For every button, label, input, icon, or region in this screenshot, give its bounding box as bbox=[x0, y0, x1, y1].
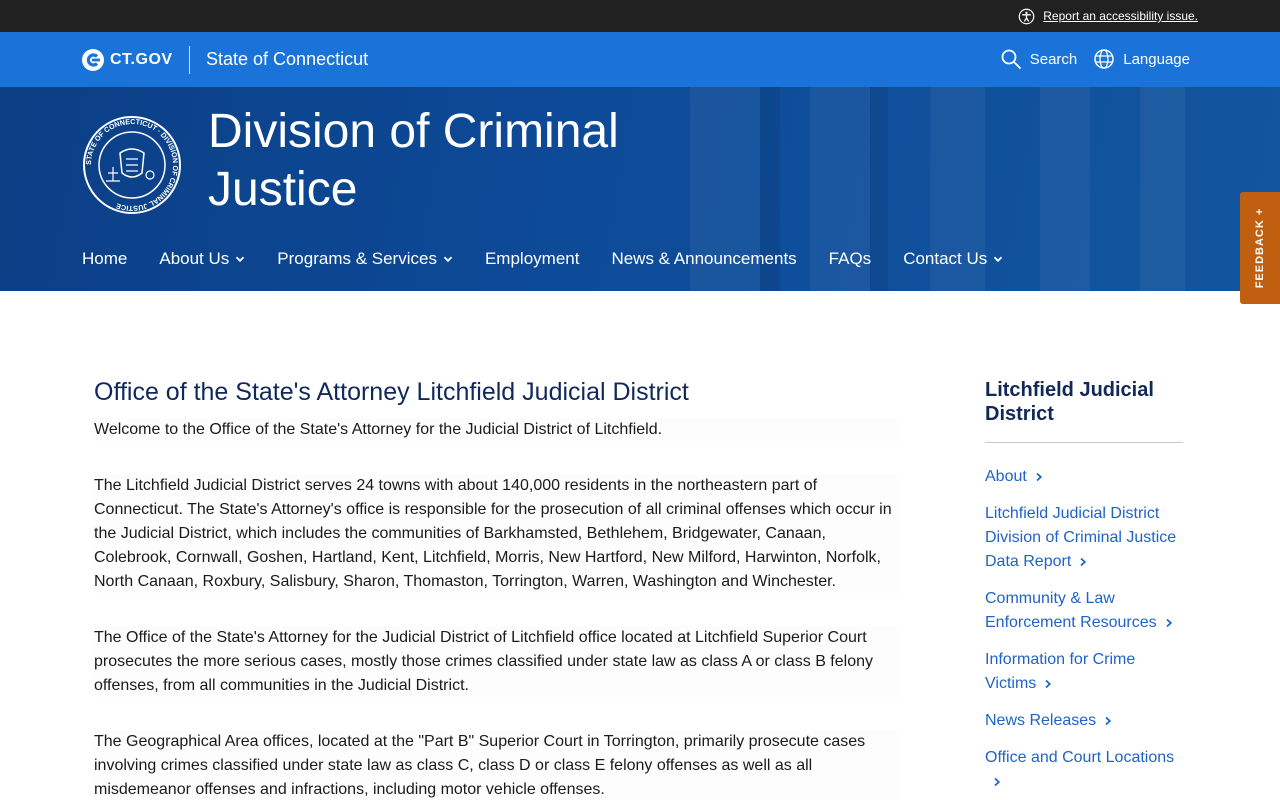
language-button[interactable]: Language bbox=[1093, 48, 1190, 70]
nav-item-contact-us[interactable]: Contact Us bbox=[903, 249, 1003, 269]
sidebar-link[interactable]: Litchfield Judicial District Division of… bbox=[985, 502, 1183, 574]
feedback-tab[interactable]: FEEDBACK + bbox=[1240, 192, 1280, 304]
nav-item-about-us[interactable]: About Us bbox=[159, 249, 245, 269]
feedback-label: FEEDBACK + bbox=[1254, 207, 1266, 289]
nav-item-label: News & Announcements bbox=[611, 249, 797, 268]
nav-item-label: Home bbox=[82, 249, 128, 268]
chevron-right-icon bbox=[1045, 679, 1052, 689]
state-name[interactable]: State of Connecticut bbox=[206, 49, 368, 70]
sidebar-links: About Litchfield Judicial District Divisi… bbox=[985, 465, 1183, 794]
utility-bar: Report an accessibility issue. bbox=[0, 0, 1280, 32]
agency-banner: STATE OF CONNECTICUT · DIVISION OF CRIMI… bbox=[0, 87, 1280, 291]
sidebar-link[interactable]: About bbox=[985, 465, 1183, 489]
sidebar-link[interactable]: Office and Court Locations bbox=[985, 746, 1183, 794]
nav-item-label: FAQs bbox=[828, 249, 872, 268]
nav-item-label: Programs & Services bbox=[277, 249, 437, 268]
chevron-down-icon bbox=[236, 256, 245, 263]
nav-item-label: Contact Us bbox=[903, 249, 988, 268]
language-label: Language bbox=[1123, 50, 1190, 68]
sidebar-link[interactable]: Community & Law Enforcement Resources bbox=[985, 587, 1183, 635]
ct-gov-logo[interactable]: CT.GOV bbox=[82, 49, 173, 71]
sidebar-link-label: News Releases bbox=[985, 712, 1097, 729]
header-actions: Search Language bbox=[1000, 48, 1190, 70]
chevron-right-icon bbox=[1105, 716, 1112, 726]
sidebar: Litchfield Judicial District About Litchf… bbox=[985, 378, 1183, 800]
page-title: Office of the State's Attorney Litchfiel… bbox=[94, 378, 689, 406]
nav-item-label: About Us bbox=[159, 249, 230, 268]
banner-column-decoration bbox=[1040, 87, 1090, 291]
ct-logo-icon bbox=[82, 49, 104, 71]
sidebar-link-label: About bbox=[985, 468, 1027, 485]
sidebar-link-label: Information for Crime Victims bbox=[985, 651, 1136, 692]
nav-item-employment[interactable]: Employment bbox=[485, 249, 579, 269]
chevron-right-icon bbox=[994, 777, 1001, 787]
search-button[interactable]: Search bbox=[1000, 48, 1078, 70]
intro-paragraph: Welcome to the Office of the State's Att… bbox=[94, 418, 900, 442]
accessibility-icon bbox=[1018, 8, 1035, 24]
content-paragraph: The Office of the State's Attorney for t… bbox=[94, 626, 900, 698]
sidebar-title: Litchfield Judicial District bbox=[985, 378, 1183, 443]
nav-item-news-announcements[interactable]: News & Announcements bbox=[611, 249, 796, 269]
search-icon bbox=[1001, 49, 1021, 69]
accessibility-link-label: Report an accessibility issue. bbox=[1043, 9, 1198, 23]
agency-title: Division of Criminal Justice bbox=[208, 105, 619, 216]
main-navigation: Home About Us Programs & Services Employmen… bbox=[82, 249, 1003, 269]
sidebar-link[interactable]: Information for Crime Victims bbox=[985, 648, 1183, 696]
nav-item-faqs[interactable]: FAQs bbox=[829, 249, 872, 269]
main-content: Office of the State's Attorney Litchfiel… bbox=[94, 376, 900, 800]
header-divider bbox=[189, 46, 190, 74]
sidebar-link-label: Office and Court Locations bbox=[985, 749, 1175, 766]
banner-column-decoration bbox=[1140, 87, 1185, 291]
chevron-down-icon bbox=[443, 256, 453, 263]
chevron-right-icon bbox=[1036, 472, 1042, 482]
search-label: Search bbox=[1029, 50, 1078, 68]
ct-gov-logo-text: CT.GOV bbox=[110, 51, 173, 68]
nav-item-label: Employment bbox=[484, 249, 580, 268]
sidebar-link-label: Community & Law Enforcement Resources bbox=[985, 590, 1157, 631]
globe-icon bbox=[1094, 49, 1114, 69]
chevron-right-icon bbox=[1166, 618, 1172, 628]
content-paragraph: The Geographical Area offices, located a… bbox=[94, 730, 900, 800]
sidebar-link[interactable]: News Releases bbox=[985, 709, 1183, 733]
nav-item-programs-services[interactable]: Programs & Services bbox=[277, 249, 453, 269]
chevron-down-icon bbox=[994, 256, 1003, 263]
division-seal-logo[interactable]: STATE OF CONNECTICUT · DIVISION OF CRIMI… bbox=[82, 115, 182, 215]
chevron-right-icon bbox=[1080, 557, 1087, 567]
content-paragraph: The Litchfield Judicial District serves … bbox=[94, 474, 900, 594]
ct-gov-header: CT.GOV State of Connecticut Search Langu… bbox=[0, 32, 1280, 87]
accessibility-report-link[interactable]: Report an accessibility issue. bbox=[1018, 6, 1198, 26]
nav-item-home[interactable]: Home bbox=[82, 249, 127, 269]
